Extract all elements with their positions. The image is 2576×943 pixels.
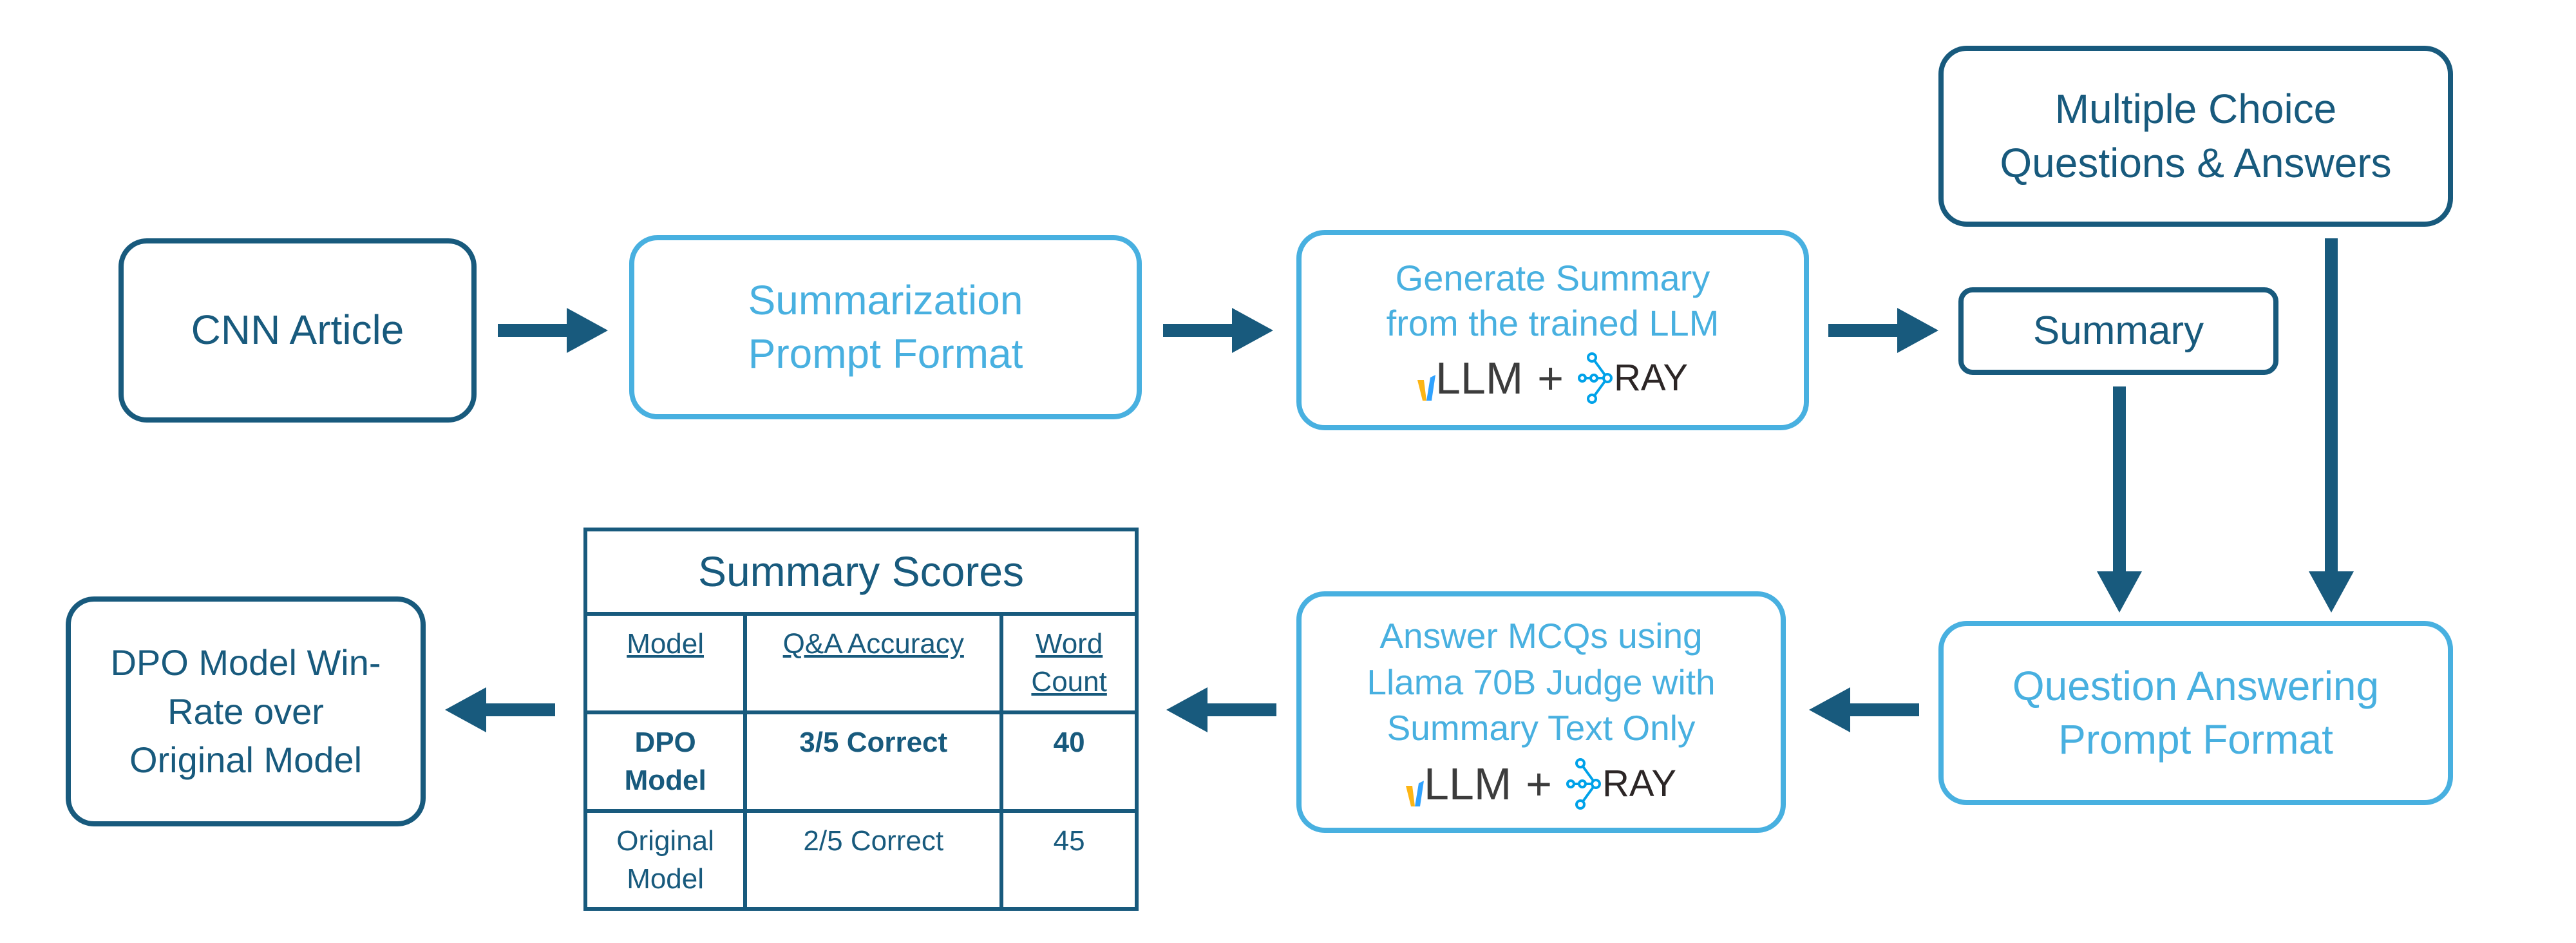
node-label-line: Prompt Format	[2058, 716, 2333, 763]
ray-network-icon	[1578, 352, 1613, 404]
vllm-text: LLM	[1435, 352, 1524, 403]
arrow-table-to-winrate	[445, 687, 555, 732]
table-row: DPO Model 3/5 Correct 40	[583, 710, 1139, 813]
vllm-mark-icon	[1417, 374, 1435, 401]
vllm-mark-icon	[1405, 780, 1424, 806]
logos-row: LLM + RAY	[1405, 757, 1676, 811]
node-label-line: Summarization	[748, 276, 1023, 323]
node-label-line: Answer MCQs using	[1379, 616, 1703, 656]
node-generate-summary: Generate Summary from the trained LLM LL…	[1296, 230, 1809, 430]
cell-word-count: 40	[999, 710, 1139, 813]
node-label-line: Summary Text Only	[1387, 708, 1696, 748]
node-summary: Summary	[1958, 287, 2278, 375]
cell-model: DPO Model	[583, 710, 748, 813]
node-qa-prompt: Question Answering Prompt Format	[1938, 621, 2453, 805]
plus-sign: +	[1526, 758, 1553, 809]
ray-network-icon	[1566, 757, 1602, 810]
arrow-mcq-down	[2309, 238, 2354, 613]
node-answer-mcqs: Answer MCQs using Llama 70B Judge with S…	[1296, 591, 1786, 833]
ray-logo: RAY	[1578, 351, 1688, 405]
vllm-text: LLM	[1423, 758, 1512, 809]
node-label-line: Prompt Format	[748, 330, 1023, 377]
column-header-accuracy: Q&A Accuracy	[743, 612, 1004, 714]
logos-row: LLM + RAY	[1417, 351, 1688, 405]
node-label-line: Multiple Choice	[2054, 86, 2337, 133]
arrow-answer-to-table	[1166, 687, 1276, 732]
arrow-cnn-to-prompt	[498, 308, 608, 353]
node-label-line: Question Answering	[2012, 662, 2380, 709]
node-mcq: Multiple Choice Questions & Answers	[1938, 46, 2453, 227]
arrow-prompt-to-generate	[1163, 308, 1273, 353]
table-row: Original Model 2/5 Correct 45	[583, 808, 1139, 911]
ray-text: RAY	[1614, 356, 1688, 399]
cell-word-count: 45	[999, 808, 1139, 911]
cell-accuracy: 3/5 Correct	[743, 710, 1004, 813]
node-label: CNN Article	[191, 307, 404, 354]
column-header-model: Model	[583, 612, 748, 714]
column-header-word-count: Word Count	[999, 612, 1139, 714]
node-label-line: Llama 70B Judge with	[1367, 662, 1716, 702]
arrow-summary-down	[2097, 386, 2142, 613]
node-label-line: Original Model	[129, 739, 363, 781]
node-label-line: Rate over	[167, 691, 324, 732]
arrow-generate-to-summary	[1828, 308, 1938, 353]
vllm-logo: LLM	[1405, 758, 1512, 809]
node-label: Summary	[2032, 308, 2204, 353]
node-label-line: Generate Summary	[1395, 257, 1710, 298]
table-title: Summary Scores	[583, 527, 1139, 616]
node-label-line: Questions & Answers	[2000, 139, 2392, 186]
summary-scores-table: Summary Scores Model Q&A Accuracy Word C…	[583, 527, 1139, 911]
node-label-line: DPO Model Win-	[110, 642, 381, 683]
node-win-rate: DPO Model Win- Rate over Original Model	[66, 596, 426, 826]
node-summarization-prompt: Summarization Prompt Format	[629, 235, 1142, 419]
cell-accuracy: 2/5 Correct	[743, 808, 1004, 911]
plus-sign: +	[1537, 352, 1564, 403]
cell-model: Original Model	[583, 808, 748, 911]
node-cnn-article: CNN Article	[118, 238, 477, 423]
vllm-logo: LLM	[1417, 356, 1523, 401]
ray-logo: RAY	[1566, 757, 1676, 811]
arrow-qa-to-answer	[1809, 687, 1919, 732]
node-label-line: from the trained LLM	[1386, 302, 1719, 343]
ray-text: RAY	[1602, 762, 1676, 805]
